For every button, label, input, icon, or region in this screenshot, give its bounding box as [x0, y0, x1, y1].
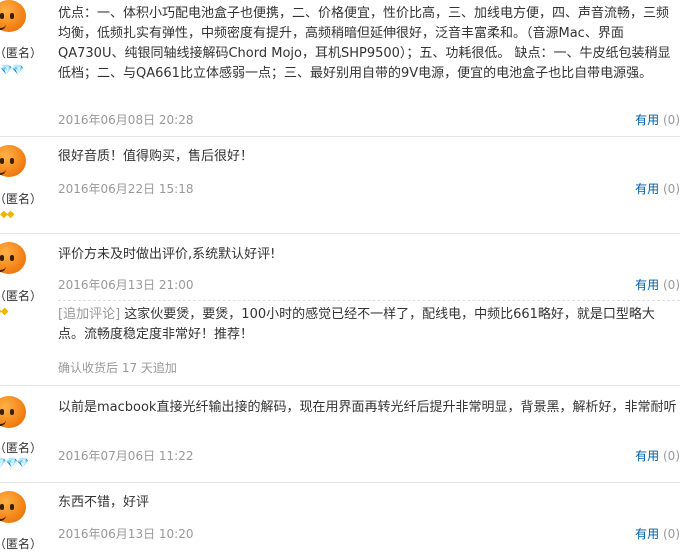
review-item: （匿名） 💎💎💎 以前是macbook直接光纤输出接的解码，现在用界面再转光纤后…	[0, 386, 680, 483]
reviewer-name: （匿名）	[0, 441, 43, 455]
append-text: 这家伙要煲，要煲，100小时的感觉已经不一样了，配线电，中频比661略好，就是口…	[58, 307, 655, 342]
review-text: 优点：一、体积小巧配电池盒子也便携，二、价格便宜，性价比高，三、加线电方便，四、…	[58, 6, 671, 81]
review-text: 以前是macbook直接光纤输出接的解码，现在用界面再转光纤后提升非常明显，背景…	[58, 400, 677, 415]
useful-label[interactable]: 有用	[635, 449, 659, 463]
useful-button[interactable]: 有用 (0)	[635, 180, 680, 197]
append-tag: [追加评论]	[58, 307, 121, 322]
member-level-icon: 💎💎	[0, 65, 24, 76]
review-date: 2016年06月13日 21:00	[58, 278, 194, 292]
review-date: 2016年06月22日 15:18	[58, 182, 194, 196]
review-text: 东西不错，好评	[58, 495, 150, 510]
useful-button[interactable]: 有用 (0)	[635, 111, 680, 128]
review-item: （匿名） 东西不错，好评 2016年06月13日 10:20 有用 (0)	[0, 483, 680, 553]
useful-label[interactable]: 有用	[635, 527, 659, 541]
review-item: （匿名） ◆◆ 很好音质！值得购买，售后很好！ 2016年06月22日 15:1…	[0, 137, 680, 234]
avatar[interactable]	[0, 0, 30, 36]
avatar[interactable]	[0, 242, 30, 278]
review-date: 2016年06月08日 20:28	[58, 113, 194, 127]
useful-count: (0)	[663, 278, 680, 292]
member-level-icon: ◆◆	[0, 209, 14, 220]
useful-label[interactable]: 有用	[635, 113, 659, 127]
review-item: （匿名） ◆◆ 评价方未及时做出评价,系统默认好评! 2016年06月13日 2…	[0, 234, 680, 386]
appended-review: [追加评论] 这家伙要煲，要煲，100小时的感觉已经不一样了，配线电，中频比66…	[58, 300, 680, 345]
useful-count: (0)	[663, 449, 680, 463]
reviewer-name: （匿名）	[0, 289, 43, 303]
review-date: 2016年06月13日 10:20	[58, 527, 194, 541]
review-item: （匿名） 💎💎 优点：一、体积小巧配电池盒子也便携，二、价格便宜，性价比高，三、…	[0, 0, 680, 137]
member-level-icon: 💎💎💎	[0, 458, 29, 469]
useful-count: (0)	[663, 182, 680, 196]
useful-label[interactable]: 有用	[635, 278, 659, 292]
useful-count: (0)	[663, 527, 680, 541]
reviewer-name: （匿名）	[0, 46, 43, 60]
avatar[interactable]	[0, 491, 30, 527]
review-date: 2016年07月06日 11:22	[58, 449, 194, 463]
member-level-icon: ◆◆	[0, 306, 8, 317]
useful-button[interactable]: 有用 (0)	[635, 447, 680, 464]
review-text: 很好音质！值得购买，售后很好！	[58, 149, 254, 164]
useful-label[interactable]: 有用	[635, 182, 659, 196]
reviewer-name: （匿名）	[0, 192, 43, 206]
append-time: 确认收货后 17 天追加	[58, 361, 177, 375]
avatar[interactable]	[0, 396, 30, 432]
useful-count: (0)	[663, 113, 680, 127]
avatar[interactable]	[0, 145, 30, 181]
useful-button[interactable]: 有用 (0)	[635, 525, 680, 542]
review-text: 评价方未及时做出评价,系统默认好评!	[58, 247, 276, 262]
useful-button[interactable]: 有用 (0)	[635, 276, 680, 293]
